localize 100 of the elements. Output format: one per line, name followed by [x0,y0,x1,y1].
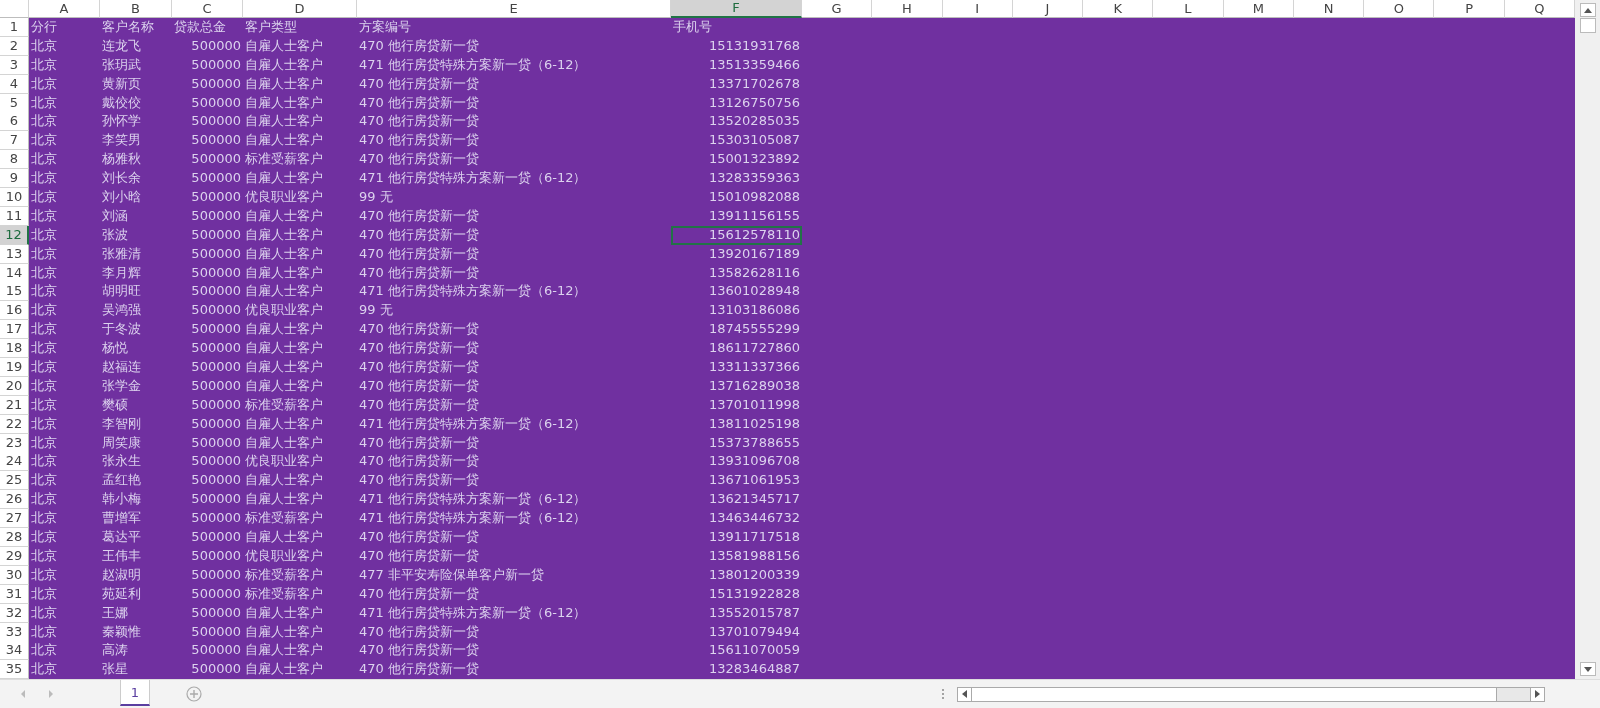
row-number[interactable]: 6 [0,112,29,132]
column-header[interactable]: K [1083,0,1154,18]
column-header[interactable]: O [1364,0,1435,18]
sheet-tab[interactable]: 1 [120,680,150,706]
column-header[interactable]: B [100,0,172,18]
table-cell-text: 优良职业客户 [244,188,324,206]
table-cell-text: 500000 [190,301,242,320]
row-number[interactable]: 18 [0,339,29,359]
row-number[interactable]: 1 [0,18,29,37]
row-number[interactable]: 34 [0,641,29,661]
column-title: 方案编号 [358,18,412,36]
table-cell-text: 北京 [30,395,58,414]
table-cell-text: 470 他行房贷新一贷 [358,244,480,263]
row-number[interactable]: 27 [0,509,29,529]
column-header[interactable]: F [671,0,802,18]
table-cell-text: 13311337366 [708,358,801,377]
row-number[interactable]: 25 [0,471,29,491]
column-header[interactable]: E [357,0,671,18]
row-number[interactable]: 10 [0,188,29,207]
table-cell-text: 500000 [190,188,242,206]
column-header[interactable]: N [1293,0,1365,18]
table-cell-text: 北京 [30,282,58,301]
table-cell-text: 13283359363 [708,169,801,188]
column-header[interactable]: D [243,0,357,18]
row-number[interactable]: 7 [0,131,29,151]
table-cell-text: 胡明旺 [101,282,142,301]
column-header[interactable]: Q [1504,0,1575,18]
table-cell-text: 470 他行房贷新一贷 [358,546,480,565]
table-cell-text: 470 他行房贷新一贷 [358,93,480,112]
table-cell-text: 北京 [30,433,58,452]
table-cell-text: 北京 [30,339,58,358]
table-cell-text: 自雇人士客户 [244,74,324,93]
horizontal-scrollbar[interactable] [957,686,1545,702]
table-cell-text: 15131922828 [708,584,801,603]
row-number[interactable]: 28 [0,528,29,548]
table-cell-text: 吴鸿强 [101,301,142,320]
add-sheet-icon[interactable] [186,686,202,702]
table-cell-text: 500000 [190,150,242,169]
column-header[interactable]: C [172,0,243,18]
table-cell-text: 500000 [190,112,242,131]
row-number[interactable]: 17 [0,320,29,340]
table-cell-text: 470 他行房贷新一贷 [358,376,480,395]
table-cell-text: 500000 [190,320,242,339]
table-cell-text: 北京 [30,452,58,471]
table-cell-text: 自雇人士客户 [244,320,324,339]
table-cell-text: 500000 [190,528,242,547]
table-cell: 15612578110 [671,225,802,245]
splitter-handle-icon[interactable] [941,688,945,700]
row-number[interactable]: 9 [0,169,29,189]
row-number[interactable]: 19 [0,358,29,378]
table-cell-text: 杨雅秋 [101,150,142,169]
column-header[interactable]: P [1434,0,1505,18]
row-number[interactable]: 26 [0,490,29,510]
table-cell-text: 韩小梅 [101,490,142,509]
row-number[interactable]: 15 [0,282,29,302]
table-cell-text: 自雇人士客户 [244,112,324,131]
row-number[interactable]: 24 [0,452,29,472]
column-header[interactable]: G [802,0,873,18]
table-cell-text: 15131931768 [708,36,801,55]
table-cell-text: 500000 [190,93,242,112]
row-number[interactable]: 16 [0,301,29,321]
table-cell-text: 470 他行房贷新一贷 [358,150,480,169]
scroll-up-button[interactable] [1579,3,1596,17]
left-arrow-icon[interactable] [962,690,967,698]
table-cell-text: 13601028948 [708,282,801,301]
table-cell-text: 13126750756 [708,93,801,112]
table-cell-text: 自雇人士客户 [244,471,324,490]
row-number[interactable]: 35 [0,660,29,680]
table-cell-text: 张永生 [101,452,142,471]
table-cell-text: 13701079494 [708,622,801,641]
right-arrow-icon[interactable] [1535,690,1540,698]
table-cell-text: 500000 [190,131,242,150]
column-header[interactable]: J [1012,0,1084,18]
column-header[interactable]: A [29,0,100,18]
table-cell-text: 500000 [190,263,242,282]
table-cell-text: 北京 [30,490,58,509]
scroll-thumb[interactable] [1579,18,1596,33]
column-header[interactable]: H [872,0,943,18]
table-cell-text: 13371702678 [708,74,801,93]
column-header[interactable]: I [942,0,1013,18]
table-cell-text: 470 他行房贷新一贷 [358,225,480,244]
select-all-corner[interactable] [0,0,29,18]
next-sheet-icon[interactable] [46,689,56,699]
table-cell-text: 470 他行房贷新一贷 [358,528,480,547]
table-cell-text: 自雇人士客户 [244,244,324,263]
table-cell-text: 500000 [190,55,242,74]
scroll-down-button[interactable] [1579,662,1596,676]
table-cell-text: 500000 [190,225,242,244]
table-cell-text: 13671061953 [708,471,801,490]
column-header[interactable]: L [1153,0,1224,18]
table-cell-text: 500000 [190,339,242,358]
column-header[interactable]: M [1223,0,1294,18]
table-cell-text: 500000 [190,169,242,188]
table-cell-text: 北京 [30,150,58,169]
row-number[interactable]: 8 [0,150,29,170]
table-cell-text: 李月辉 [101,263,142,282]
table-cell-text: 500000 [190,546,242,565]
table-cell-text: 500000 [190,603,242,622]
table-cell-text: 张学金 [101,376,142,395]
table-cell-text: 自雇人士客户 [244,433,324,452]
